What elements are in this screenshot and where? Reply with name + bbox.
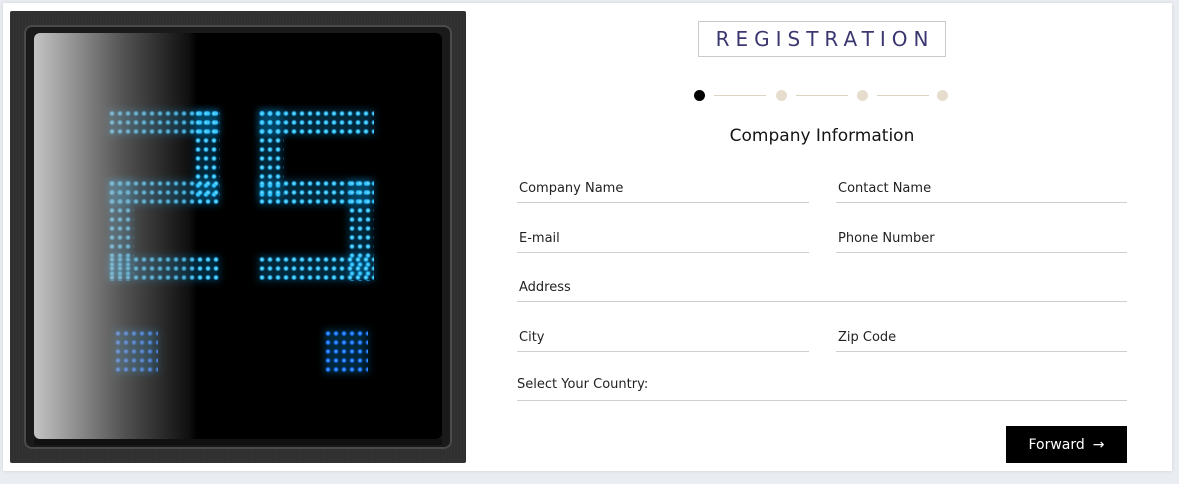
forward-button-label: Forward bbox=[1028, 436, 1085, 453]
phone-field-wrap bbox=[836, 225, 1127, 253]
display-base bbox=[34, 439, 442, 445]
step-4-dot bbox=[937, 90, 948, 101]
page-title-box: REGISTRATION bbox=[698, 21, 946, 57]
led-display-image bbox=[10, 11, 466, 463]
email-field-wrap bbox=[517, 225, 809, 253]
address-input[interactable] bbox=[517, 274, 1127, 300]
address-field-wrap bbox=[517, 274, 1127, 302]
forward-button[interactable]: Forward → bbox=[1006, 426, 1127, 463]
step-connector bbox=[714, 95, 766, 96]
arrow-right-icon: → bbox=[1092, 436, 1105, 453]
section-title: Company Information bbox=[729, 126, 915, 146]
step-1-dot bbox=[694, 90, 705, 101]
email-input[interactable] bbox=[517, 225, 809, 251]
contact-name-input[interactable] bbox=[836, 175, 1127, 201]
country-select-label: Select Your Country: bbox=[517, 377, 649, 392]
zip-field-wrap bbox=[836, 324, 1127, 352]
city-field-wrap bbox=[517, 324, 809, 352]
country-select[interactable] bbox=[517, 397, 1127, 401]
company-name-input[interactable] bbox=[517, 175, 809, 201]
screen-glare bbox=[34, 33, 442, 439]
step-connector bbox=[877, 95, 929, 96]
display-screen bbox=[34, 33, 442, 439]
step-2-dot bbox=[776, 90, 787, 101]
company-name-field-wrap bbox=[517, 175, 809, 203]
phone-input[interactable] bbox=[836, 225, 1127, 251]
page-title: REGISTRATION bbox=[715, 27, 935, 51]
progress-stepper bbox=[694, 90, 950, 102]
step-3-dot bbox=[857, 90, 868, 101]
step-connector bbox=[796, 95, 848, 96]
contact-name-field-wrap bbox=[836, 175, 1127, 203]
city-input[interactable] bbox=[517, 324, 809, 350]
zip-code-input[interactable] bbox=[836, 324, 1127, 350]
